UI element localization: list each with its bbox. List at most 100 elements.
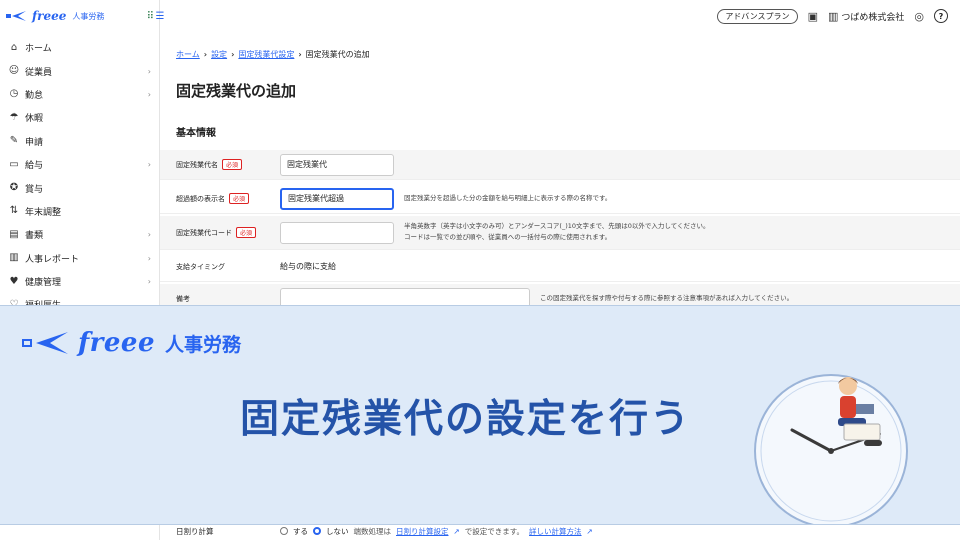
sidebar-item[interactable]: ☂ 休暇 — [0, 106, 159, 129]
employee-icon: ☺ — [8, 65, 20, 77]
vacation-icon: ☂ — [9, 111, 19, 123]
company-switcher[interactable]: ▥ つばめ株式会社 — [828, 10, 904, 23]
field-label-text: 固定残業代コード — [176, 228, 232, 237]
brand-name: freee — [32, 9, 67, 23]
required-badge: 必須 — [229, 193, 250, 204]
banner-logo: freee 人事労務 — [22, 328, 241, 358]
sidebar-item[interactable]: ♥ 健康管理 › — [0, 270, 159, 293]
home-icon: ⌂ — [10, 41, 18, 53]
display-name-hint: 固定残業分を超過した分の金額を給与明細上に表示する際の名称です。 — [404, 194, 612, 202]
sidebar-item-label: 休暇 — [25, 114, 44, 125]
breadcrumb-overtime-settings[interactable]: 固定残業代設定 — [238, 49, 294, 60]
section-title: 基本情報 — [176, 128, 216, 139]
sidebar-item[interactable]: ✪ 賞与 — [0, 176, 159, 199]
external-link-icon: ↗ — [586, 526, 593, 536]
bonus-icon: ✪ — [9, 182, 19, 194]
calculation-method-link[interactable]: 詳しい計算方法 — [529, 526, 582, 537]
banner-headline: 固定残業代の設定を行う — [240, 397, 692, 442]
sidebar-item-label: 人事レポート — [25, 254, 80, 265]
daily-calc-hint-post: で設定できます。 — [464, 526, 525, 536]
required-badge: 必須 — [236, 227, 257, 238]
form-row-display-name: 超過額の表示名 必須 固定残業代超過 固定残業分を超過した分の金額を給与明細上に… — [160, 184, 960, 214]
sidebar-item[interactable]: ⇅ 年末調整 — [0, 200, 159, 223]
sidebar-item-label: 従業員 — [25, 67, 53, 78]
sidebar-item[interactable]: ▥ 人事レポート › — [0, 247, 159, 270]
field-label-name: 固定残業代名 必須 — [176, 159, 243, 170]
page-title: 固定残業代の追加 — [176, 82, 297, 100]
code-hint: 半角英数字（英字は小文字のみ可）とアンダースコア(_)10文字まで、先頭は0以外… — [404, 221, 710, 243]
topbar: アドバンスプラン ▣ ▥ つばめ株式会社 ◎ ? — [160, 0, 960, 32]
chevron-right-icon: › — [298, 50, 302, 59]
daily-calc-yes-label[interactable]: する — [293, 526, 308, 537]
sidebar-item[interactable]: ◷ 勤怠 › — [0, 83, 159, 106]
display-name-input[interactable]: 固定残業代超過 — [280, 187, 394, 210]
field-label-note: 備考 — [176, 294, 190, 303]
chevron-right-icon: › — [147, 277, 151, 287]
required-badge: 必須 — [222, 159, 243, 170]
sidebar-item-label: 申請 — [25, 137, 44, 148]
field-label-text: 固定残業代名 — [176, 160, 218, 169]
swallow-logo-icon — [22, 332, 68, 354]
daily-calc-no-radio[interactable] — [313, 527, 321, 535]
breadcrumb-current: 固定残業代の追加 — [305, 50, 370, 59]
sidebar-item-label: 給与 — [25, 161, 44, 172]
daily-calc-options: する しない 端数処理は 日割り計算設定 ↗ で設定できます。 詳しい計算方法 … — [280, 526, 593, 537]
report-icon: ▥ — [9, 252, 19, 264]
title-banner: freee 人事労務 固定残業代の設定を行う — [0, 305, 960, 525]
code-hint-line-2: コードは一覧での並び順や、従業員への一括付与の際に使用されます。 — [404, 233, 612, 241]
form-row-code: 固定残業代コード 必須 半角英数字（英字は小文字のみ可）とアンダースコア(_)1… — [160, 216, 960, 250]
banner-logo-sub: 人事労務 — [165, 333, 242, 356]
daily-calc-settings-link[interactable]: 日割り計算設定 — [396, 526, 449, 537]
chevron-right-icon: › — [147, 89, 151, 99]
sidebar-item-label: 勤怠 — [25, 90, 44, 101]
chevron-right-icon: › — [203, 50, 208, 59]
sidebar-item-label: 年末調整 — [25, 207, 62, 218]
field-label-daily-calc: 日割り計算 — [176, 526, 214, 536]
breadcrumb-settings[interactable]: 設定 — [211, 49, 227, 60]
daily-calc-no-label[interactable]: しない — [326, 526, 349, 537]
sidebar-item[interactable]: ☺ 従業員 › — [0, 59, 159, 82]
field-label-timing: 支給タイミング — [176, 262, 225, 271]
swallow-logo-icon — [6, 11, 26, 21]
overtime-code-input[interactable] — [280, 221, 394, 244]
chevron-right-icon: › — [147, 66, 151, 76]
brand-logo[interactable]: freee 人事労務 ⠿ — [0, 0, 159, 32]
attendance-icon: ◷ — [9, 88, 19, 100]
daily-calc-hint-pre: 端数処理は — [353, 526, 392, 536]
year-end-icon: ⇅ — [9, 205, 19, 217]
breadcrumb: ホーム › 設定 › 固定残業代設定 › 固定残業代の追加 — [176, 49, 370, 60]
document-icon: ▤ — [9, 228, 19, 240]
sidebar-item-label: 健康管理 — [25, 278, 62, 289]
overtime-name-input[interactable]: 固定残業代 — [280, 153, 394, 176]
field-label-display-name: 超過額の表示名 必須 — [176, 193, 250, 204]
user-account-icon[interactable]: ◎ — [914, 10, 924, 23]
clock-illustration — [754, 374, 908, 524]
plan-badge[interactable]: アドバンスプラン — [717, 8, 798, 24]
banner-logo-text: freee — [78, 328, 156, 358]
sidebar-item[interactable]: ✎ 申請 — [0, 130, 159, 153]
sidebar-item-label: ホーム — [25, 44, 52, 55]
application-icon: ✎ — [9, 135, 19, 147]
sidebar-item-label: 書類 — [25, 231, 44, 242]
chevron-right-icon: › — [147, 253, 151, 263]
form-row-timing: 支給タイミング 給与の際に支給 — [160, 252, 960, 282]
sidebar-item-label: 賞与 — [25, 184, 44, 195]
sidebar-item[interactable]: ▭ 給与 › — [0, 153, 159, 176]
form-row-name: 固定残業代名 必須 固定残業代 — [160, 150, 960, 180]
field-label-code: 固定残業代コード 必須 — [176, 227, 257, 238]
salary-icon: ▭ — [9, 158, 19, 170]
help-icon[interactable]: ? — [934, 9, 948, 23]
chevron-right-icon: › — [231, 50, 235, 59]
gift-icon[interactable]: ▣ — [808, 10, 818, 23]
external-link-icon: ↗ — [453, 526, 460, 536]
code-hint-line-1: 半角英数字（英字は小文字のみ可）とアンダースコア(_)10文字まで、先頭は0以外… — [404, 222, 710, 230]
sidebar-nav: ⌂ ホーム ☺ 従業員 › ◷ 勤怠 › ☂ 休暇 ✎ 申請 ▭ 給与 › ✪ 賞与 ⇅ 年末調整 ▤ 書類 › ▥ 人事レポ… — [0, 32, 159, 317]
note-hint: この固定残業代を探す際や付与する際に参照する注意事項があれば入力してください。 — [540, 294, 794, 302]
breadcrumb-home[interactable]: ホーム — [176, 49, 200, 60]
chevron-right-icon: › — [147, 230, 151, 240]
brand-sub: 人事労務 — [72, 11, 105, 21]
daily-calc-yes-radio[interactable] — [280, 527, 288, 535]
sidebar-item[interactable]: ⌂ ホーム — [0, 36, 159, 59]
sidebar-item[interactable]: ▤ 書類 › — [0, 223, 159, 246]
building-icon: ▥ — [827, 9, 839, 23]
